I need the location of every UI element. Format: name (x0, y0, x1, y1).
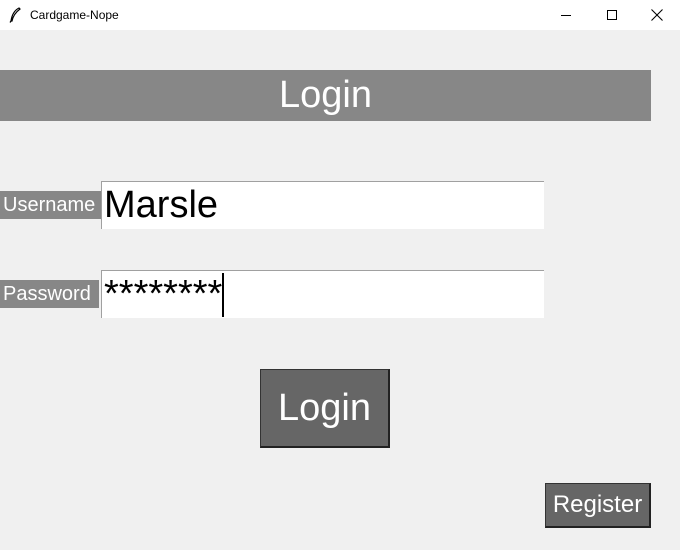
username-value: Marsle (104, 184, 219, 226)
maximize-button[interactable] (589, 0, 635, 30)
register-button[interactable]: Register (545, 483, 651, 528)
text-caret (222, 273, 225, 317)
feather-icon (9, 7, 21, 23)
minimize-button[interactable] (543, 0, 589, 30)
page-title: Login (0, 70, 651, 121)
app-window: Cardgame-Nope Login Username Marsle Pass… (0, 0, 680, 550)
password-label: Password (0, 280, 99, 308)
username-field[interactable]: Marsle (101, 181, 544, 229)
password-value: ******** (104, 273, 223, 315)
maximize-icon (606, 9, 617, 20)
window-title: Cardgame-Nope (30, 8, 119, 22)
close-button[interactable] (634, 0, 680, 30)
title-bar: Cardgame-Nope (0, 0, 680, 30)
close-icon (651, 9, 663, 21)
username-label: Username (0, 191, 101, 219)
login-button[interactable]: Login (260, 369, 390, 448)
password-field[interactable]: ******** (101, 270, 544, 318)
minimize-icon (560, 14, 571, 16)
